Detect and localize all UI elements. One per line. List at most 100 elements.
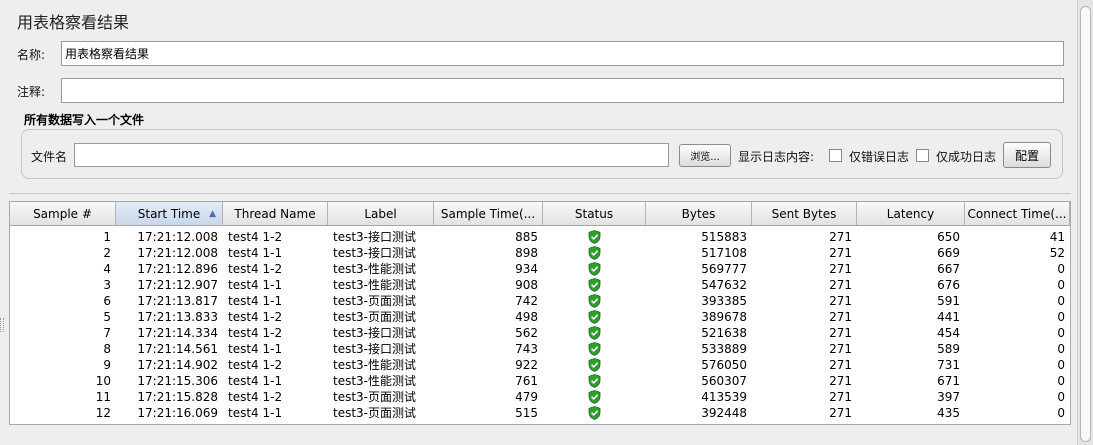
table-row[interactable]: 7 17:21:14.334 test4 1-2 test3-接口测试 562 52163… [10,325,1070,341]
cell-latency: 667 [937,262,960,276]
cell-latency: 441 [937,310,960,324]
errors-only-checkbox[interactable] [829,149,842,162]
cell-start-time: 17:21:14.902 [137,358,218,372]
filename-field[interactable] [74,143,669,167]
status-success-icon [588,278,601,292]
table-row[interactable]: 3 17:21:12.907 test4 1-1 test3-性能测试 908 54763… [10,277,1070,293]
header-label: Label [364,206,397,221]
success-only-checkbox[interactable] [916,149,929,162]
cell-sample-time: 922 [515,358,538,372]
cell-sample-num: 3 [103,278,111,292]
cell-sent-bytes: 271 [829,262,852,276]
success-only-label: 仅成功日志 [936,150,997,164]
cell-sent-bytes: 271 [829,390,852,404]
browse-button[interactable]: 浏览... [679,144,731,167]
cell-start-time: 17:21:12.907 [137,278,218,292]
cell-latency: 591 [937,294,960,308]
header-col-label[interactable]: Label [328,202,434,225]
header-col-thread-name[interactable]: Thread Name [223,202,328,225]
cell-connect-time: 0 [1057,310,1065,324]
cell-start-time: 17:21:13.817 [137,294,218,308]
log-content-label: 显示日志内容: [738,150,815,164]
cell-sent-bytes: 271 [829,374,852,388]
cell-thread-name: test4 1-2 [228,262,283,276]
cell-connect-time: 0 [1057,326,1065,340]
cell-latency: 397 [937,390,960,404]
status-success-icon [588,294,601,308]
cell-sample-num: 8 [103,342,111,356]
header-col-bytes[interactable]: Bytes [646,202,752,225]
cell-bytes: 576050 [701,358,747,372]
cell-label: test3-接口测试 [333,246,417,260]
configure-button[interactable]: 配置 [1003,142,1051,168]
table-row[interactable]: 4 17:21:12.896 test4 1-2 test3-性能测试 934 56977… [10,261,1070,277]
header-col-sample-time[interactable]: Sample Time(... [434,202,543,225]
cell-start-time: 17:21:16.069 [137,406,218,420]
cell-connect-time: 0 [1057,278,1065,292]
cell-bytes: 547632 [701,278,747,292]
cell-start-time: 17:21:14.561 [137,342,218,356]
cell-sample-num: 11 [95,390,111,404]
status-success-icon [588,358,601,372]
cell-label: test3-页面测试 [333,310,417,324]
left-resize-grip[interactable] [0,318,4,332]
cell-latency: 676 [937,278,960,292]
page-title: 用表格察看结果 [17,13,130,32]
cell-sample-num: 2 [103,246,111,260]
cell-connect-time: 0 [1057,406,1065,420]
table-row[interactable]: 6 17:21:13.817 test4 1-1 test3-页面测试 742 39338… [10,293,1070,309]
table-row[interactable]: 5 17:21:13.833 test4 1-2 test3-页面测试 498 38967… [10,309,1070,325]
table-row[interactable]: 10 17:21:15.306 test4 1-1 test3-性能测试 761 5603… [10,373,1070,389]
header-col-status[interactable]: Status [543,202,646,225]
cell-label: test3-接口测试 [333,342,417,356]
table-header: Sample # Start Time ▲ Thread Name Label Sampl… [10,202,1070,226]
comment-label: 注释: [17,85,46,99]
cell-bytes: 393385 [701,294,747,308]
comment-field[interactable] [61,78,1064,103]
table-row[interactable]: 11 17:21:15.828 test4 1-2 test3-页面测试 479 4135… [10,389,1070,405]
name-field[interactable] [61,41,1064,66]
separator [9,193,1071,194]
cell-bytes: 517108 [701,246,747,260]
cell-bytes: 533889 [701,342,747,356]
cell-label: test3-页面测试 [333,390,417,404]
vertical-scrollbar[interactable] [1077,0,1093,445]
cell-connect-time: 52 [1049,246,1065,260]
cell-thread-name: test4 1-1 [228,406,283,420]
cell-sample-num: 10 [95,374,111,388]
cell-sample-num: 4 [103,262,111,276]
table-row[interactable]: 8 17:21:14.561 test4 1-1 test3-接口测试 743 53388… [10,341,1070,357]
cell-sample-time: 479 [515,390,538,404]
header-col-sample-num[interactable]: Sample # [10,202,116,225]
header-label: Bytes [681,206,716,221]
header-label: Sent Bytes [771,206,837,221]
cell-sent-bytes: 271 [829,310,852,324]
header-label: Thread Name [234,206,316,221]
table-row[interactable]: 12 17:21:16.069 test4 1-1 test3-页面测试 515 3924… [10,405,1070,421]
cell-label: test3-性能测试 [333,262,417,276]
scrollbar-thumb[interactable] [1080,6,1091,442]
cell-label: test3-性能测试 [333,374,417,388]
table-row[interactable]: 9 17:21:14.902 test4 1-2 test3-性能测试 922 57605… [10,357,1070,373]
cell-latency: 731 [937,358,960,372]
cell-label: test3-性能测试 [333,358,417,372]
cell-label: test3-接口测试 [333,326,417,340]
header-col-latency[interactable]: Latency [857,202,965,225]
table-row[interactable]: 2 17:21:12.008 test4 1-1 test3-接口测试 898 51710… [10,245,1070,261]
header-col-start-time[interactable]: Start Time ▲ [116,202,223,225]
cell-sent-bytes: 271 [829,342,852,356]
results-table: Sample # Start Time ▲ Thread Name Label Sampl… [9,201,1071,425]
cell-connect-time: 0 [1057,342,1065,356]
header-col-sent-bytes[interactable]: Sent Bytes [752,202,857,225]
cell-sent-bytes: 271 [829,278,852,292]
cell-sample-time: 761 [515,374,538,388]
status-success-icon [588,326,601,340]
table-row[interactable]: 1 17:21:12.008 test4 1-2 test3-接口测试 885 51588… [10,229,1070,245]
name-label: 名称: [17,48,46,62]
cell-sent-bytes: 271 [829,294,852,308]
status-success-icon [588,230,601,244]
header-label: Sample Time(... [440,206,536,221]
header-col-connect-time[interactable]: Connect Time(... [965,202,1070,225]
filename-label: 文件名 [31,150,68,164]
errors-only-label: 仅错误日志 [849,150,910,164]
